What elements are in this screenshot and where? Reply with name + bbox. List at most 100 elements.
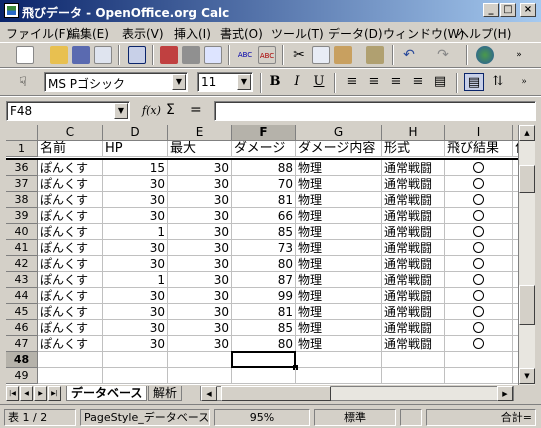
status-zoom[interactable]: 95% [214, 409, 310, 426]
row-header[interactable]: 43 [6, 272, 38, 288]
menu-data[interactable]: データ(D) [328, 25, 383, 42]
table-cell[interactable]: 30 [103, 320, 168, 336]
row-header[interactable]: 46 [6, 320, 38, 336]
prev-sheet-icon[interactable]: ◀ [20, 386, 33, 401]
table-cell[interactable]: 30 [168, 288, 232, 304]
table-cell[interactable]: 30 [103, 192, 168, 208]
table-cell[interactable]: 85 [232, 320, 296, 336]
menu-help[interactable]: ヘルプ(H) [457, 25, 511, 42]
result-cell[interactable] [445, 208, 513, 224]
table-cell[interactable]: ぽんくす [38, 160, 103, 176]
table-cell[interactable]: 物理 [296, 208, 382, 224]
scroll-right-icon[interactable]: ▶ [497, 386, 513, 401]
sheet-tab-analysis[interactable]: 解析 [148, 386, 183, 401]
table-cell[interactable] [103, 368, 168, 384]
table-cell[interactable]: 30 [103, 240, 168, 256]
chevron-down-icon[interactable]: ▼ [172, 74, 186, 90]
table-cell[interactable] [296, 368, 382, 384]
table-cell[interactable]: 物理 [296, 240, 382, 256]
email-icon[interactable] [94, 46, 112, 64]
table-cell[interactable]: ぽんくす [38, 208, 103, 224]
table-cell[interactable] [232, 368, 296, 384]
table-cell[interactable]: 30 [103, 304, 168, 320]
table-cell[interactable]: 物理 [296, 336, 382, 352]
align-right-icon[interactable]: ≡ [386, 73, 406, 91]
calc-app-icon[interactable] [4, 3, 19, 18]
table-cell[interactable]: 物理 [296, 176, 382, 192]
merge-cells-icon[interactable]: ▤ [430, 73, 450, 91]
vertical-scroll-thumb[interactable] [519, 285, 535, 325]
table-cell[interactable]: 99 [232, 288, 296, 304]
table-cell[interactable] [382, 368, 445, 384]
table-cell[interactable] [296, 352, 382, 368]
table-cell[interactable]: 30 [168, 224, 232, 240]
table-cell[interactable]: 87 [232, 272, 296, 288]
table-cell[interactable] [103, 352, 168, 368]
result-cell[interactable] [445, 272, 513, 288]
table-cell[interactable]: 30 [168, 176, 232, 192]
scroll-down-icon[interactable]: ▼ [519, 368, 535, 384]
result-cell[interactable] [445, 336, 513, 352]
table-cell[interactable] [38, 368, 103, 384]
last-sheet-icon[interactable]: ▶| [48, 386, 61, 401]
table-cell[interactable]: 30 [168, 320, 232, 336]
table-cell[interactable]: 物理 [296, 304, 382, 320]
column-header[interactable]: H [382, 125, 445, 141]
horizontal-scrollbar[interactable]: ◀ ▶ [200, 386, 514, 401]
toolbar-more-icon[interactable]: » [514, 73, 534, 91]
table-cell[interactable]: 85 [232, 224, 296, 240]
save-icon[interactable] [72, 46, 90, 64]
table-cell[interactable]: 通常戦闘 [382, 160, 445, 176]
status-page-style[interactable]: PageStyle_データベース [80, 409, 210, 426]
row-header[interactable]: 39 [6, 208, 38, 224]
table-cell[interactable]: 物理 [296, 224, 382, 240]
header-cell[interactable]: 名前 [38, 141, 103, 157]
frozen-split-thumb[interactable] [519, 165, 535, 193]
row-header[interactable]: 47 [6, 336, 38, 352]
table-cell[interactable]: ぽんくす [38, 240, 103, 256]
scroll-up-icon[interactable]: ▲ [519, 125, 535, 141]
redo-icon[interactable]: ↷ [434, 46, 452, 64]
table-cell[interactable]: 30 [103, 336, 168, 352]
table-cell[interactable] [445, 368, 513, 384]
table-cell[interactable]: 81 [232, 304, 296, 320]
column-header[interactable]: I [445, 125, 513, 141]
scroll-left-icon[interactable]: ◀ [201, 386, 217, 401]
column-header[interactable]: G [296, 125, 382, 141]
font-size-combo[interactable]: 11 ▼ [197, 72, 253, 92]
sum-icon[interactable]: Σ [166, 102, 175, 118]
chevron-down-icon[interactable]: ▼ [114, 103, 128, 119]
table-cell[interactable] [38, 352, 103, 368]
table-cell[interactable]: 30 [168, 192, 232, 208]
row-header[interactable]: 42 [6, 256, 38, 272]
table-cell[interactable]: 物理 [296, 256, 382, 272]
menu-window[interactable]: ウィンドウ(W) [383, 25, 464, 42]
table-cell[interactable]: 30 [103, 256, 168, 272]
table-cell[interactable]: 30 [168, 304, 232, 320]
result-cell[interactable] [445, 304, 513, 320]
table-cell[interactable]: 66 [232, 208, 296, 224]
format-paintbrush-icon[interactable] [366, 46, 384, 64]
table-cell[interactable]: ぽんくす [38, 192, 103, 208]
table-cell[interactable]: 通常戦闘 [382, 336, 445, 352]
status-mode[interactable]: 標準 [314, 409, 396, 426]
table-cell[interactable]: 通常戦闘 [382, 320, 445, 336]
table-cell[interactable]: 15 [103, 160, 168, 176]
table-cell[interactable]: 30 [168, 336, 232, 352]
table-cell[interactable]: 30 [168, 160, 232, 176]
table-cell[interactable]: 物理 [296, 320, 382, 336]
table-cell[interactable]: 30 [103, 288, 168, 304]
table-cell[interactable]: 30 [168, 256, 232, 272]
align-left-icon[interactable]: ≡ [342, 73, 362, 91]
table-cell[interactable]: 30 [103, 176, 168, 192]
first-sheet-icon[interactable]: |◀ [6, 386, 19, 401]
vertical-text-icon[interactable]: ⇅ [488, 73, 508, 91]
title-bar[interactable]: 飛びデータ - OpenOffice.org Calc _ □ × [0, 0, 541, 22]
table-cell[interactable]: 物理 [296, 288, 382, 304]
equals-icon[interactable]: = [190, 102, 202, 118]
table-cell[interactable]: 88 [232, 160, 296, 176]
table-cell[interactable] [168, 352, 232, 368]
table-cell[interactable] [445, 352, 513, 368]
table-cell[interactable]: 80 [232, 336, 296, 352]
result-cell[interactable] [445, 240, 513, 256]
